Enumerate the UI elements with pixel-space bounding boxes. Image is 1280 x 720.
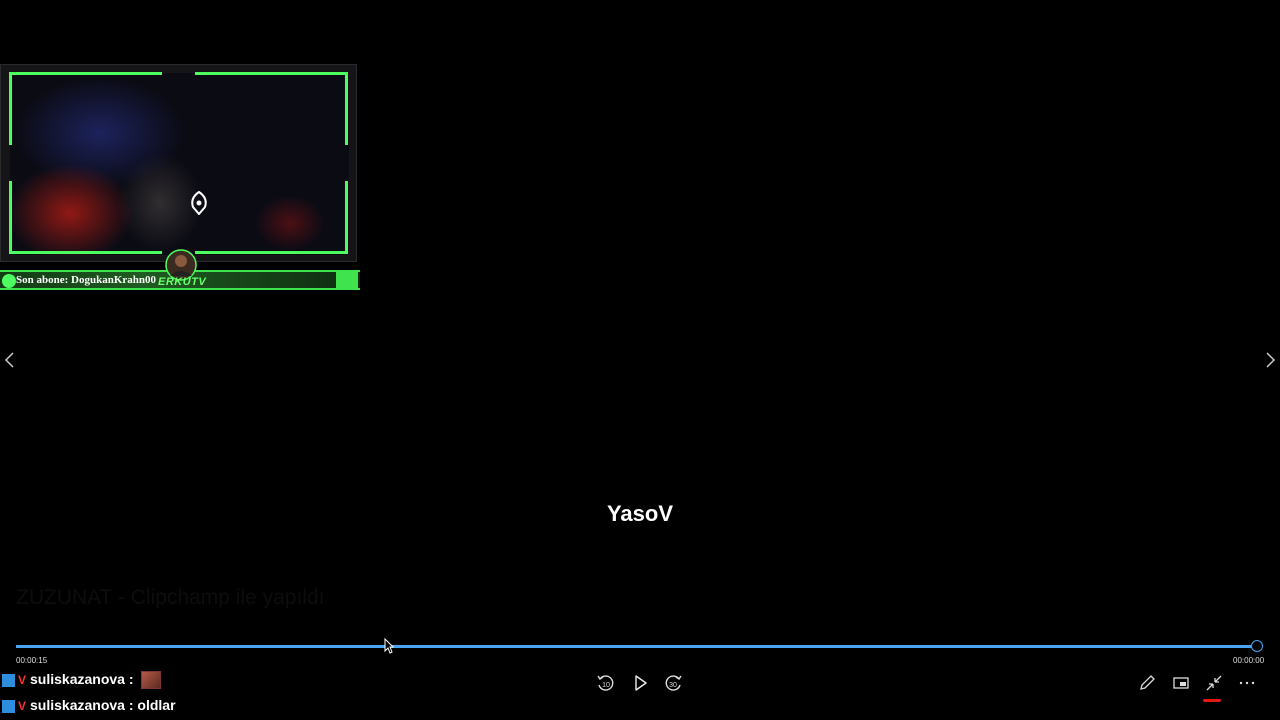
video-title: YasoV [606,501,674,526]
frame-corner [9,181,162,254]
forward-label: 30 [669,682,677,689]
more-icon[interactable] [1235,671,1259,695]
chat-message: Vsuliskazanova : oldlar [2,697,176,717]
exit-fullscreen-icon[interactable] [1202,671,1226,695]
emote-icon [141,671,162,690]
chat-user: suliskazanova [30,697,125,713]
rewind-10-icon[interactable]: 10 [594,671,618,695]
streamer-logo-text: ERKUTV [158,276,207,288]
game-cursor-icon [191,191,207,215]
current-time: 00:00:15 [16,656,48,665]
badge-icon [2,673,15,687]
seek-bar[interactable] [16,640,1263,652]
webcam-frame [0,64,357,262]
vip-badge-icon: V [18,699,27,714]
chevron-right-icon[interactable] [1260,350,1280,370]
chat-user: suliskazanova [30,671,125,687]
subscriber-icon [2,274,16,288]
forward-30-icon[interactable]: 30 [661,671,685,695]
chat-message: Vsuliskazanova : [2,671,162,691]
subscriber-text: Son abone: DogukanKrahn00 [16,274,156,286]
lock-icon [336,270,358,290]
seek-thumb[interactable] [1251,640,1263,652]
pencil-icon[interactable] [1135,671,1159,695]
miniplayer-icon[interactable] [1169,671,1193,695]
frame-corner [195,72,348,145]
frame-corner [9,72,162,145]
badge-icon [2,699,15,713]
chevron-left-icon[interactable] [0,350,20,370]
vip-badge-icon: V [18,673,27,688]
chat-text: oldlar [137,697,176,713]
play-icon[interactable] [628,671,652,695]
mouse-cursor-icon [384,638,394,654]
watermark-text: ZUZUNAT - Clipchamp ile yapıldı [16,586,325,609]
seek-bar-fill [16,645,1257,648]
recording-indicator [1203,699,1221,702]
end-time: 00:00:00 [1233,656,1265,665]
rewind-label: 10 [602,682,610,689]
frame-corner [195,181,348,254]
